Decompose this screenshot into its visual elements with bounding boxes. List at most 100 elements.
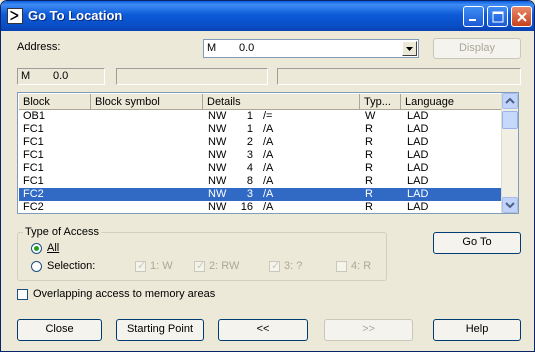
go-to-button[interactable]: Go To <box>433 232 521 254</box>
starting-point-button[interactable]: Starting Point <box>116 319 204 341</box>
previous-button[interactable]: << <box>218 319 308 341</box>
table-row[interactable]: FC1 NW 2/A R LAD <box>19 136 502 149</box>
table-header: Block Block symbol Details Typ... Langua… <box>19 94 502 110</box>
type-of-access-group <box>17 232 387 281</box>
cell-block: FC2 <box>23 188 44 200</box>
cell-type: R <box>365 175 373 187</box>
close-window-button[interactable] <box>511 6 532 27</box>
table-row[interactable]: FC1 NW 3/A R LAD <box>19 149 502 162</box>
address-label: Address: <box>17 41 60 53</box>
table-row[interactable]: OB1 NW 1 /= W LAD <box>19 110 502 123</box>
cell-type: R <box>365 136 373 148</box>
address-dropdown-button[interactable] <box>402 41 417 56</box>
table-row[interactable]: FC2 NW 3/A R LAD <box>19 188 502 201</box>
table-row[interactable]: FC2 NW 16/A R LAD <box>19 201 502 213</box>
cell-details-operation: /A <box>263 136 274 148</box>
minimize-button[interactable] <box>463 6 484 27</box>
cell-details-operation: /A <box>263 188 274 200</box>
cell-details-nw: NW <box>208 149 227 161</box>
cell-details-number: 4 <box>246 162 253 174</box>
address-addr-value: 0.0 <box>239 42 255 54</box>
status-area: M <box>21 70 31 82</box>
location-table[interactable]: Block Block symbol Details Typ... Langua… <box>17 92 519 214</box>
cell-type: R <box>365 162 373 174</box>
app-icon: ᐳ <box>7 8 23 24</box>
window-title: Go To Location <box>28 8 123 23</box>
chevron-up-icon <box>505 97 515 104</box>
column-header-type[interactable]: Typ... <box>360 94 401 110</box>
overlap-checkbox[interactable] <box>17 289 28 300</box>
cell-details-number: 3 <box>246 188 253 200</box>
access-r-label: 4: R <box>351 260 372 272</box>
cell-block: FC1 <box>23 149 44 161</box>
access-unknown-checkbox[interactable] <box>269 259 280 272</box>
close-button[interactable]: Close <box>17 319 102 341</box>
close-icon <box>517 12 527 22</box>
column-header-block-symbol[interactable]: Block symbol <box>91 94 203 110</box>
cell-details-nw: NW <box>208 136 227 148</box>
chevron-down-icon <box>505 202 515 209</box>
chevron-down-icon <box>406 47 413 51</box>
display-button[interactable]: Display <box>433 38 521 59</box>
cell-details-nw: NW <box>208 162 227 174</box>
scroll-thumb[interactable] <box>502 111 518 129</box>
cell-language: LAD <box>407 201 429 213</box>
column-header-language[interactable]: Language <box>401 94 502 110</box>
access-rw-checkbox[interactable] <box>194 259 205 272</box>
cell-details-operation: /A <box>263 201 274 213</box>
title-bar[interactable]: ᐳ Go To Location <box>1 1 534 31</box>
cell-details-number: 3 <box>246 149 253 161</box>
table-row[interactable]: FC1 NW 4/A R LAD <box>19 162 502 175</box>
table-row[interactable]: FC1 NW 1/A R LAD <box>19 123 502 136</box>
overlap-label[interactable]: Overlapping access to memory areas <box>33 288 215 300</box>
cell-details-number: 2 <box>246 136 253 148</box>
cell-details-nw: NW <box>208 110 227 122</box>
cell-details-number: 1 <box>246 123 253 135</box>
cell-type: R <box>365 201 373 213</box>
address-label-text: Address: <box>17 41 61 53</box>
address-combobox[interactable]: M 0.0 <box>203 39 419 58</box>
cell-details-number: 8 <box>246 175 253 187</box>
cell-block: FC1 <box>23 175 44 187</box>
cell-language: LAD <box>407 149 429 161</box>
cell-details-nw: NW <box>208 188 227 200</box>
cell-details-nw: NW <box>208 175 227 187</box>
cell-language: LAD <box>407 136 429 148</box>
vertical-scrollbar[interactable] <box>501 93 518 213</box>
all-radio[interactable] <box>31 243 42 254</box>
cell-details-operation: /= <box>263 110 273 122</box>
cell-language: LAD <box>407 162 429 174</box>
scroll-up-button[interactable] <box>502 93 518 109</box>
cell-language: LAD <box>407 110 429 122</box>
access-r-checkbox[interactable] <box>336 261 347 272</box>
cell-type: R <box>365 188 373 200</box>
next-button[interactable]: >> <box>324 319 413 341</box>
cell-details-operation: /A <box>263 149 274 161</box>
cell-details-nw: NW <box>208 201 227 213</box>
selection-radio[interactable] <box>31 261 42 272</box>
cell-details-operation: /A <box>263 123 274 135</box>
cell-type: R <box>365 123 373 135</box>
help-button[interactable]: Help <box>433 319 521 341</box>
scroll-down-button[interactable] <box>502 197 518 213</box>
cell-language: LAD <box>407 175 429 187</box>
access-w-checkbox[interactable] <box>135 259 146 272</box>
status-addr: 0.0 <box>53 70 69 82</box>
cell-type: R <box>365 149 373 161</box>
address-area-value: M <box>207 42 217 54</box>
cell-block: OB1 <box>23 110 46 122</box>
column-header-details[interactable]: Details <box>203 94 360 110</box>
cell-details-operation: /A <box>263 162 274 174</box>
access-rw-label: 2: RW <box>209 260 240 272</box>
cell-details-operation: /A <box>263 175 274 187</box>
cell-type: W <box>365 110 376 122</box>
all-label[interactable]: All <box>47 242 59 254</box>
cell-details-number: 16 <box>240 201 253 213</box>
type-of-access-title: Type of Access <box>23 226 101 238</box>
cell-block: FC1 <box>23 136 44 148</box>
table-row[interactable]: FC1 NW 8/A R LAD <box>19 175 502 188</box>
column-header-block[interactable]: Block <box>19 94 91 110</box>
cell-language: LAD <box>407 188 429 200</box>
maximize-button[interactable] <box>487 6 508 27</box>
selection-label[interactable]: Selection: <box>47 260 95 272</box>
